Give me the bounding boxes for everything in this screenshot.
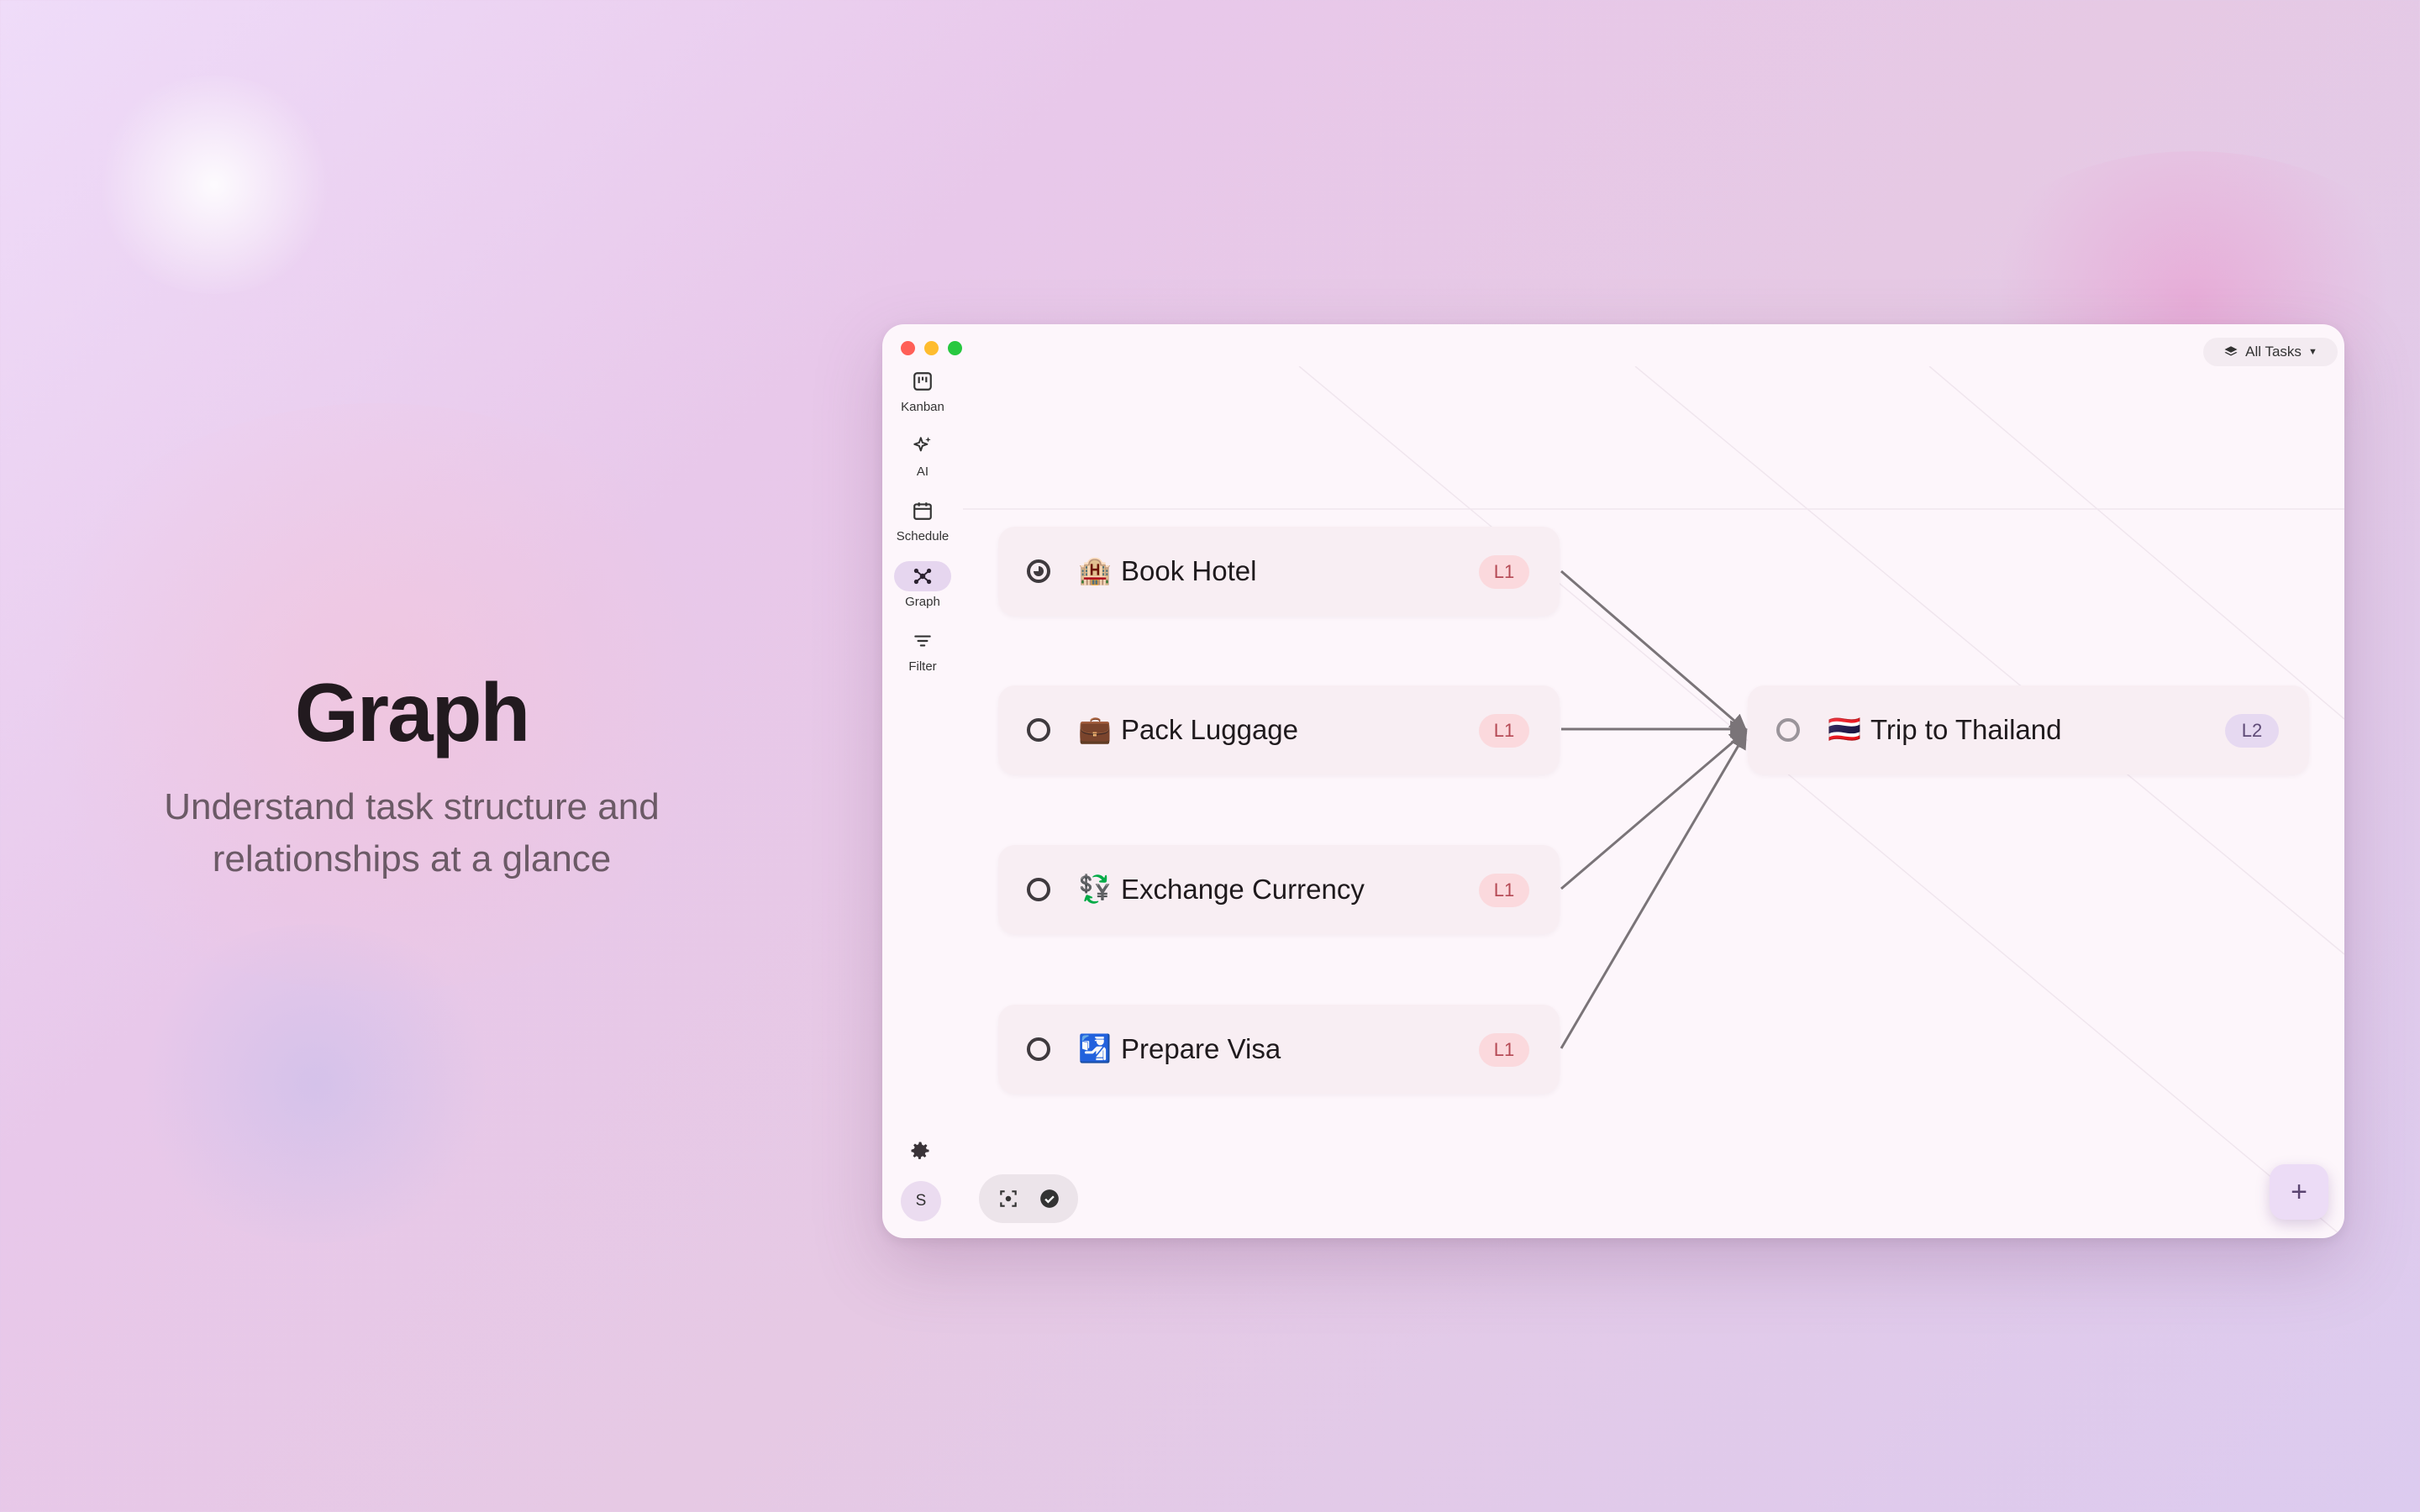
focus-frame-icon[interactable] [997, 1188, 1019, 1210]
briefcase-icon: 💼 [1078, 714, 1112, 744]
status-todo-icon[interactable] [1027, 718, 1050, 742]
task-label: Pack Luggage [1121, 714, 1299, 745]
sidebar-item-filter[interactable]: Filter [882, 626, 963, 685]
task-node-exchange-currency[interactable]: 💱 Exchange Currency L1 [998, 845, 1560, 934]
level-badge: L1 [1479, 555, 1529, 589]
sidebar-item-label: Kanban [901, 400, 944, 414]
edge-exchange-currency-to-trip [1560, 729, 1748, 890]
all-tasks-label: All Tasks [2245, 344, 2302, 360]
sidebar-item-graph[interactable]: Graph [882, 561, 963, 620]
canvas-toolbar [979, 1174, 1078, 1223]
status-todo-icon[interactable] [1027, 1037, 1050, 1061]
minimize-window-button[interactable] [924, 341, 939, 355]
task-label: Prepare Visa [1121, 1033, 1281, 1064]
sidebar-item-ai[interactable]: AI [882, 431, 963, 490]
status-todo-icon[interactable] [1776, 718, 1800, 742]
graph-icon [913, 568, 932, 585]
task-node-book-hotel[interactable]: 🏨 Book Hotel L1 [998, 527, 1560, 616]
edge-book-hotel-to-trip [1560, 570, 1748, 732]
passport-control-icon: 🛂 [1078, 1033, 1112, 1063]
all-tasks-dropdown[interactable]: All Tasks ▼ [2203, 338, 2338, 366]
close-window-button[interactable] [901, 341, 915, 355]
background-glow-white [92, 76, 336, 294]
avatar[interactable]: S [901, 1181, 941, 1221]
sidebar-item-label: Graph [905, 595, 940, 609]
edge-prepare-visa-to-trip [1560, 731, 1748, 1049]
sparkles-icon [913, 437, 931, 452]
sidebar-item-kanban[interactable]: Kanban [882, 366, 963, 425]
filter-icon [914, 635, 931, 647]
app-window: All Tasks ▼ Kanban AI Schedule Graph Fil… [882, 324, 2344, 1238]
gear-icon[interactable] [908, 1139, 932, 1163]
zoom-window-button[interactable] [948, 341, 962, 355]
level-badge: L2 [2225, 714, 2279, 748]
task-node-prepare-visa[interactable]: 🛂 Prepare Visa L1 [998, 1005, 1560, 1094]
status-in-progress-icon[interactable] [1027, 559, 1050, 583]
level-badge: L1 [1479, 714, 1529, 748]
sidebar-item-label: Filter [908, 659, 937, 674]
currency-exchange-icon: 💱 [1078, 874, 1112, 904]
status-todo-icon[interactable] [1027, 878, 1050, 901]
task-label: Book Hotel [1121, 555, 1257, 586]
chevron-down-icon: ▼ [2307, 347, 2317, 357]
sidebar-item-schedule[interactable]: Schedule [882, 496, 963, 554]
kanban-icon [913, 372, 932, 391]
calendar-icon [913, 502, 932, 520]
sidebar-item-label: AI [916, 465, 929, 479]
task-node-pack-luggage[interactable]: 💼 Pack Luggage L1 [998, 685, 1560, 774]
layers-icon [2224, 346, 2238, 356]
level-badge: L1 [1479, 874, 1529, 907]
task-label: Trip to Thailand [1870, 714, 2062, 745]
level-badge: L1 [1479, 1033, 1529, 1067]
hotel-icon: 🏨 [1078, 555, 1112, 585]
add-task-button[interactable]: + [2270, 1164, 2328, 1220]
sidebar-item-label: Schedule [896, 529, 950, 543]
background-glow-blue [126, 924, 504, 1243]
task-label: Exchange Currency [1121, 874, 1365, 905]
task-node-trip-to-thailand[interactable]: 🇹🇭 Trip to Thailand L2 [1748, 685, 2309, 774]
hero-title: Graph [294, 666, 531, 759]
canvas-background-grid [963, 366, 2344, 1238]
hero-subtitle: Understand task structure and relationsh… [164, 786, 660, 879]
check-circle-icon[interactable] [1039, 1188, 1060, 1210]
graph-edges [1560, 570, 1749, 1049]
thailand-flag-icon: 🇹🇭 [1828, 714, 1861, 744]
